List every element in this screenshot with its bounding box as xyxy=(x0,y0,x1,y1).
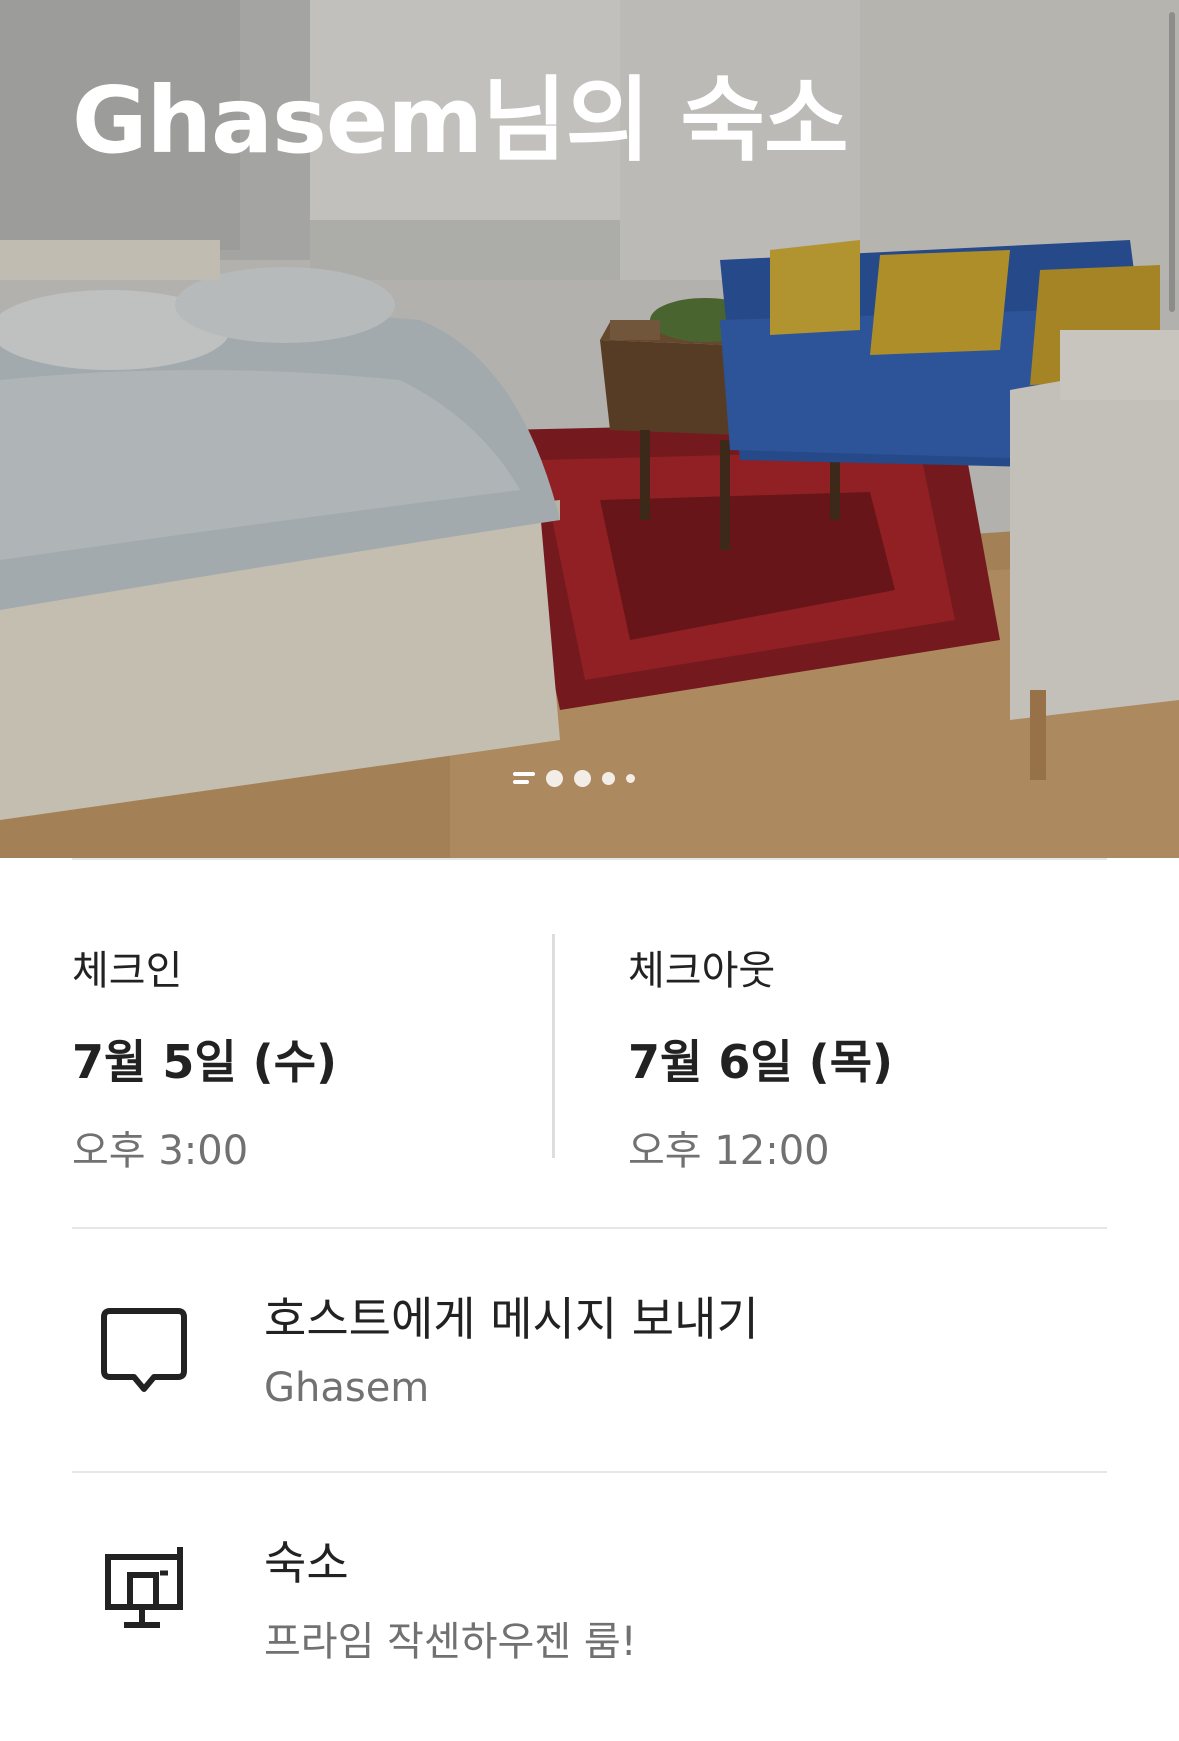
listing-row-subtitle: 프라임 작센하우젠 룸! xyxy=(264,1619,637,1665)
scrollbar-thumb[interactable] xyxy=(1169,12,1175,312)
message-host-row[interactable]: 호스트에게 메시지 보내기 Ghasem xyxy=(0,1229,1179,1469)
scrollbar[interactable] xyxy=(1167,0,1179,858)
checkin-label: 체크인 xyxy=(72,948,183,994)
pager-dot[interactable] xyxy=(574,769,591,787)
checkout-time: 오후 12:00 xyxy=(628,1128,830,1174)
listing-row-title: 숙소 xyxy=(264,1536,349,1590)
pager-dot[interactable] xyxy=(546,769,563,787)
listing-row[interactable]: 숙소 프라임 작센하우젠 룸! xyxy=(0,1473,1179,1713)
message-host-title: 호스트에게 메시지 보내기 xyxy=(264,1292,759,1346)
pager-dot[interactable] xyxy=(626,773,635,783)
checkin-block: 체크인 7월 5일 (수) 오후 3:00 xyxy=(72,938,337,1176)
message-host-subtitle: Ghasem xyxy=(264,1365,430,1411)
reservation-dates: 체크인 7월 5일 (수) 오후 3:00 체크아웃 7월 6일 (목) 오후 … xyxy=(0,858,1179,1228)
checkout-label: 체크아웃 xyxy=(628,948,776,994)
checkin-date: 7월 5일 (수) xyxy=(72,1035,338,1089)
listing-photo-carousel[interactable]: Ghasem님의 숙소 xyxy=(0,0,1179,858)
house-icon xyxy=(105,1547,183,1628)
reservation-page: Ghasem님의 숙소 체크인 7월 5일 (수) 오후 3:00 체크아웃 7… xyxy=(0,0,1179,1741)
pager-dot-active[interactable] xyxy=(513,771,535,785)
listing-title: Ghasem님의 숙소 xyxy=(72,67,849,174)
checkout-block: 체크아웃 7월 6일 (목) 오후 12:00 xyxy=(628,938,893,1176)
dates-separator xyxy=(552,934,555,1158)
pager-dot[interactable] xyxy=(602,771,615,785)
checkin-time: 오후 3:00 xyxy=(72,1128,249,1174)
chat-bubble-icon xyxy=(101,1308,187,1392)
checkout-date: 7월 6일 (목) xyxy=(628,1035,894,1089)
photo-pager[interactable] xyxy=(513,769,635,787)
